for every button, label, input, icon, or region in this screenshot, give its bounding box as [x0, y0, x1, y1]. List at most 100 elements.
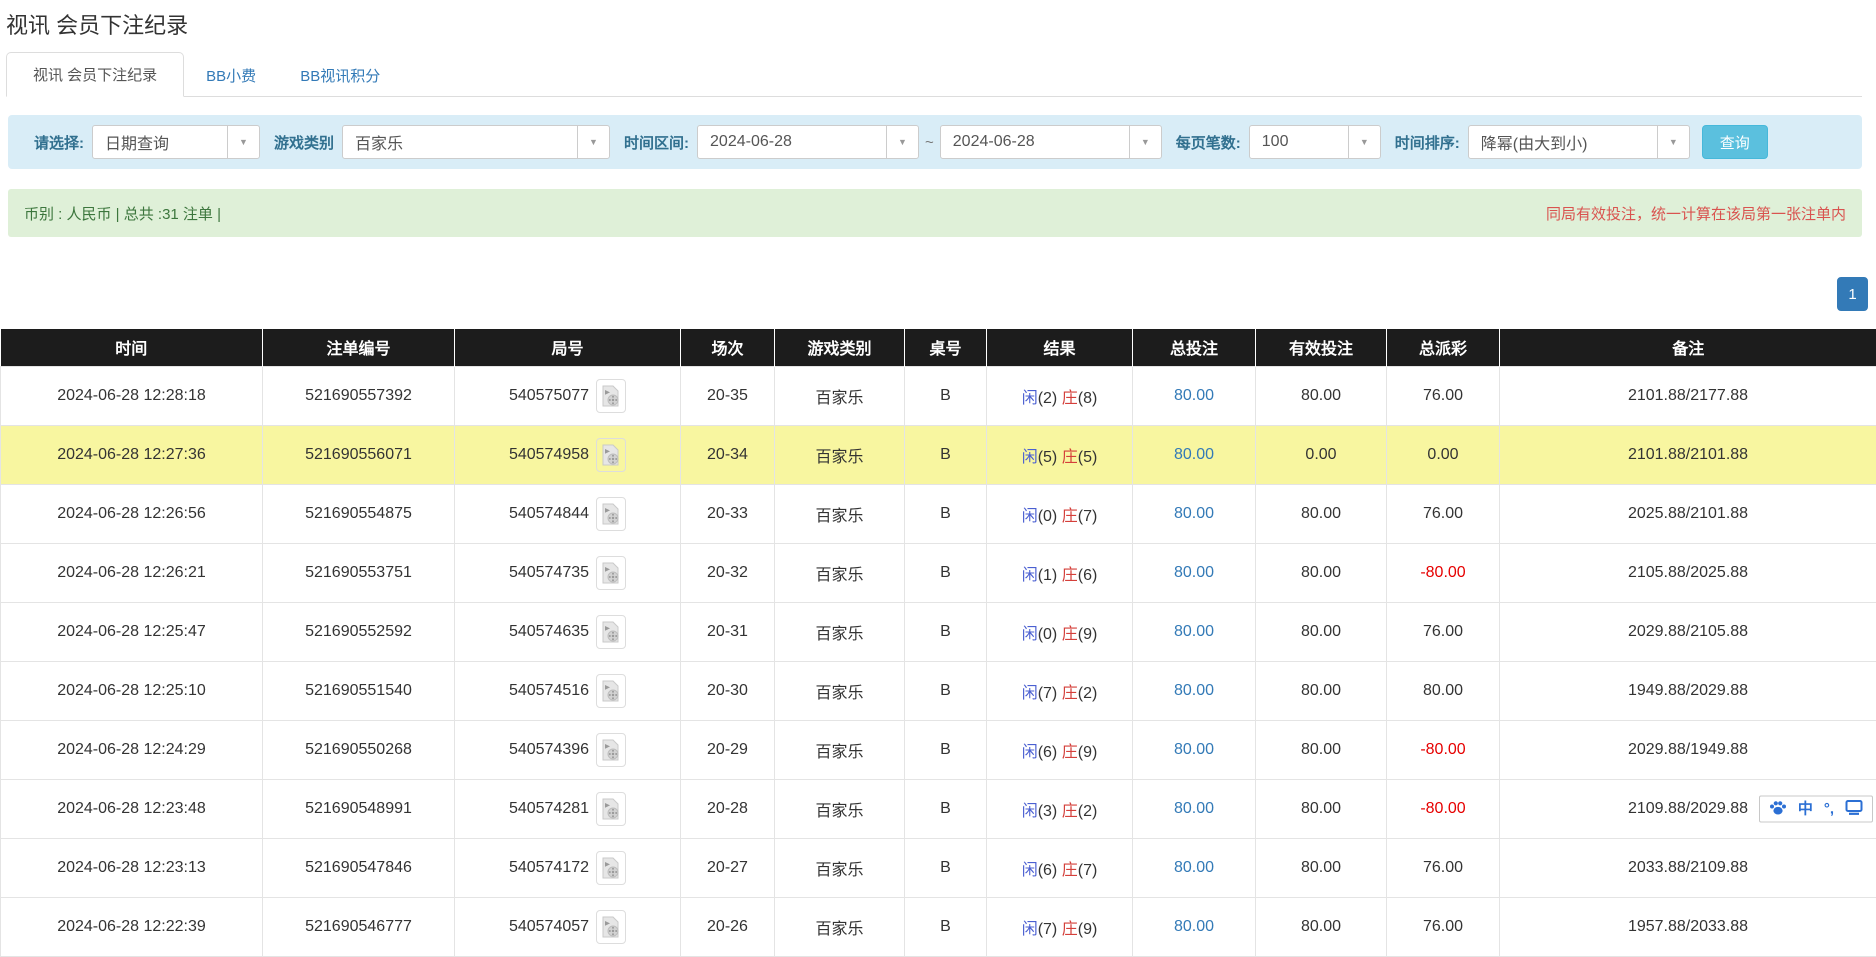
video-replay-icon[interactable]	[596, 851, 626, 885]
total-bet-link[interactable]: 80.00	[1174, 505, 1214, 522]
payout-cell: -80.00	[1387, 720, 1500, 779]
video-replay-icon[interactable]	[596, 910, 626, 944]
page-size-value: 100	[1250, 133, 1301, 151]
valid-bet-cell: 80.00	[1256, 602, 1387, 661]
total-bet-link[interactable]: 80.00	[1174, 564, 1214, 581]
date-to-select[interactable]: 2024-06-28 ▼	[940, 125, 1162, 159]
film-document-icon	[602, 444, 620, 466]
time-cell: 2024-06-28 12:25:10	[1, 661, 263, 720]
note-cell: 2101.88/2177.88	[1500, 366, 1876, 425]
banker-score: (9)	[1078, 744, 1098, 761]
time-sort-select[interactable]: 降幂(由大到小) ▼	[1468, 125, 1690, 159]
table-row: 2024-06-28 12:23:48 521690548991 5405742…	[1, 779, 1876, 838]
total-bet-link[interactable]: 80.00	[1174, 623, 1214, 640]
banker-label: 庄	[1062, 744, 1078, 761]
table-no-cell: B	[905, 838, 987, 897]
total-bet-cell: 80.00	[1133, 602, 1256, 661]
translate-zh-icon[interactable]: 中	[1798, 801, 1813, 816]
table-row: 2024-06-28 12:26:21 521690553751 5405747…	[1, 543, 1876, 602]
player-label: 闲	[1022, 744, 1038, 761]
banker-score: (7)	[1078, 862, 1098, 879]
query-type-select[interactable]: 日期查询 ▼	[92, 125, 260, 159]
result-cell: 闲(1) 庄(6)	[987, 543, 1133, 602]
video-replay-icon[interactable]	[596, 792, 626, 826]
valid-bet-cell: 80.00	[1256, 779, 1387, 838]
round-id-value: 540574281	[509, 800, 589, 818]
total-bet-cell: 80.00	[1133, 838, 1256, 897]
total-bet-link[interactable]: 80.00	[1174, 800, 1214, 817]
total-bet-link[interactable]: 80.00	[1174, 918, 1214, 935]
payout-cell: -80.00	[1387, 779, 1500, 838]
game-type-cell: 百家乐	[775, 366, 905, 425]
note-value: 1949.88/2029.88	[1628, 682, 1748, 699]
chevron-down-icon: ▼	[1348, 126, 1380, 158]
table-row: 2024-06-28 12:25:10 521690551540 5405745…	[1, 661, 1876, 720]
player-score: (5)	[1038, 449, 1058, 466]
video-replay-icon[interactable]	[596, 556, 626, 590]
note-cell: 1957.88/2033.88	[1500, 897, 1876, 956]
payout-cell: 76.00	[1387, 838, 1500, 897]
table-row: 2024-06-28 12:27:36 521690556071 5405749…	[1, 425, 1876, 484]
chevron-down-icon: ▼	[1129, 126, 1161, 158]
game-type-cell: 百家乐	[775, 484, 905, 543]
video-replay-icon[interactable]	[596, 438, 626, 472]
bet-id-cell: 521690553751	[263, 543, 455, 602]
paw-icon[interactable]	[1769, 799, 1787, 818]
player-label: 闲	[1022, 685, 1038, 702]
video-replay-icon[interactable]	[596, 674, 626, 708]
date-from-select[interactable]: 2024-06-28 ▼	[697, 125, 919, 159]
total-bet-link[interactable]: 80.00	[1174, 859, 1214, 876]
result-cell: 闲(3) 庄(2)	[987, 779, 1133, 838]
page-size-select[interactable]: 100 ▼	[1249, 125, 1381, 159]
total-bet-link[interactable]: 80.00	[1174, 446, 1214, 463]
tab-bb-tips[interactable]: BB小费	[184, 54, 278, 97]
game-type-select[interactable]: 百家乐 ▼	[342, 125, 610, 159]
table-row: 2024-06-28 12:22:39 521690546777 5405740…	[1, 897, 1876, 956]
session-cell: 20-26	[681, 897, 775, 956]
chevron-down-icon: ▼	[1657, 126, 1689, 158]
table-no-cell: B	[905, 897, 987, 956]
col-header-payout: 总派彩	[1387, 329, 1500, 366]
player-score: (6)	[1038, 862, 1058, 879]
player-label: 闲	[1022, 508, 1038, 525]
time-range-label: 时间区间:	[624, 132, 689, 153]
round-id-value: 540574958	[509, 446, 589, 464]
banker-score: (5)	[1078, 449, 1098, 466]
total-bet-cell: 80.00	[1133, 425, 1256, 484]
session-cell: 20-35	[681, 366, 775, 425]
result-cell: 闲(2) 庄(8)	[987, 366, 1133, 425]
overlay-toolbar: 中 °,	[1759, 795, 1873, 822]
payout-value: -80.00	[1420, 800, 1465, 817]
round-id-cell: 540574844	[455, 484, 681, 543]
player-label: 闲	[1022, 390, 1038, 407]
banker-label: 庄	[1062, 803, 1078, 820]
screen-icon[interactable]	[1845, 799, 1863, 818]
table-no-cell: B	[905, 661, 987, 720]
total-bet-cell: 80.00	[1133, 720, 1256, 779]
note-value: 2101.88/2101.88	[1628, 446, 1748, 463]
page-1-button[interactable]: 1	[1837, 277, 1868, 311]
video-replay-icon[interactable]	[596, 733, 626, 767]
valid-bet-cell: 80.00	[1256, 897, 1387, 956]
payout-cell: 76.00	[1387, 602, 1500, 661]
video-replay-icon[interactable]	[596, 615, 626, 649]
tab-bb-points[interactable]: BB视讯积分	[278, 54, 402, 97]
video-replay-icon[interactable]	[596, 379, 626, 413]
tab-betting-records[interactable]: 视讯 会员下注纪录	[6, 52, 184, 97]
total-bet-link[interactable]: 80.00	[1174, 741, 1214, 758]
total-bet-link[interactable]: 80.00	[1174, 387, 1214, 404]
tab-bar: 视讯 会员下注纪录 BB小费 BB视讯积分	[6, 52, 1862, 97]
result-cell: 闲(6) 庄(7)	[987, 838, 1133, 897]
note-value: 1957.88/2033.88	[1628, 918, 1748, 935]
valid-bet-cell: 80.00	[1256, 720, 1387, 779]
col-header-result: 结果	[987, 329, 1133, 366]
video-replay-icon[interactable]	[596, 497, 626, 531]
time-cell: 2024-06-28 12:26:21	[1, 543, 263, 602]
search-button[interactable]: 查询	[1702, 125, 1768, 159]
round-id-value: 540574735	[509, 564, 589, 582]
player-label: 闲	[1022, 921, 1038, 938]
quote-icon[interactable]: °,	[1824, 801, 1834, 816]
chevron-down-icon: ▼	[577, 126, 609, 158]
total-bet-link[interactable]: 80.00	[1174, 682, 1214, 699]
note-cell: 2101.88/2101.88	[1500, 425, 1876, 484]
